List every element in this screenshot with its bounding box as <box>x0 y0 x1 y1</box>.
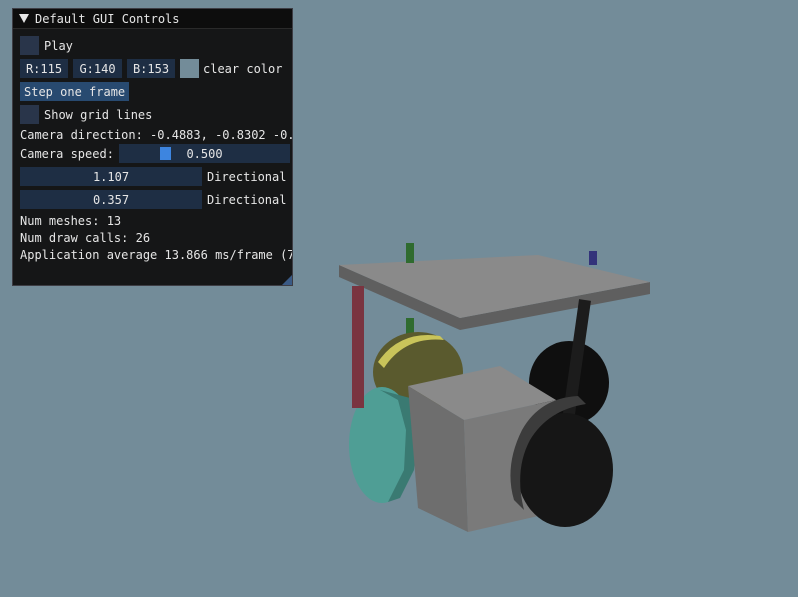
clear-color-swatch[interactable] <box>180 59 199 78</box>
grid-lines-checkbox[interactable] <box>20 105 39 124</box>
collapse-triangle-icon[interactable] <box>19 14 29 23</box>
camera-direction-text: Camera direction: -0.4883, -0.8302 -0.2 <box>20 127 293 142</box>
app-average-text: Application average 13.866 ms/frame (72 <box>20 247 293 262</box>
green-post <box>406 243 414 263</box>
num-draw-calls-text: Num draw calls: 26 <box>20 230 151 245</box>
app-average-row: Application average 13.866 ms/frame (72 <box>20 245 293 264</box>
camera-speed-value: 0.500 <box>186 146 223 161</box>
resize-grip-icon[interactable] <box>282 275 292 285</box>
play-label: Play <box>44 38 73 53</box>
blue-post <box>589 251 597 265</box>
color-b-field[interactable]: B:153 <box>127 59 175 78</box>
camera-speed-slider-grab[interactable] <box>160 147 171 160</box>
red-post <box>352 286 364 408</box>
directional-1-label: Directional <box>207 169 287 184</box>
color-r-field[interactable]: R:115 <box>20 59 68 78</box>
grid-lines-label: Show grid lines <box>44 107 153 122</box>
camera-speed-label: Camera speed: <box>20 146 114 161</box>
window-title: Default GUI Controls <box>35 11 180 26</box>
grid-lines-row: Show grid lines <box>20 105 152 124</box>
clear-color-label: clear color <box>203 61 283 76</box>
camera-speed-slider[interactable]: 0.500 <box>119 144 290 163</box>
clear-color-row: R:115 G:140 B:153 clear color <box>20 59 282 78</box>
directional-1-row: 1.107 Directional <box>20 167 286 186</box>
directional-2-field[interactable]: 0.357 <box>20 190 202 209</box>
play-checkbox[interactable] <box>20 36 39 55</box>
step-one-frame-button[interactable]: Step one frame <box>20 82 130 101</box>
directional-1-field[interactable]: 1.107 <box>20 167 202 186</box>
camera-direction-row: Camera direction: -0.4883, -0.8302 -0.2 <box>20 125 293 144</box>
play-row: Play <box>20 36 73 55</box>
color-g-field[interactable]: G:140 <box>73 59 122 78</box>
window-titlebar[interactable]: Default GUI Controls <box>13 9 292 29</box>
directional-2-row: 0.357 Directional <box>20 190 286 209</box>
camera-speed-row: Camera speed: 0.500 <box>20 144 290 163</box>
directional-2-label: Directional <box>207 192 287 207</box>
gui-window[interactable]: Default GUI Controls Play R:115 G:140 B:… <box>12 8 293 286</box>
num-meshes-text: Num meshes: 13 <box>20 213 122 228</box>
step-row: Step one frame <box>20 82 130 101</box>
